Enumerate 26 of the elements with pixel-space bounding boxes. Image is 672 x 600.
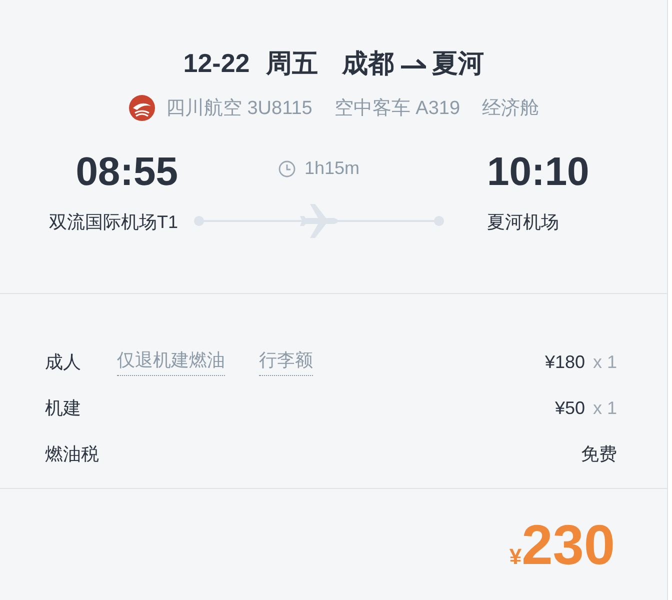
total-price: 230 (522, 515, 615, 575)
fare-label: 成人 (45, 351, 82, 374)
fare-rule-link[interactable]: 行李额 (259, 348, 313, 376)
cabin-class: 经济舱 (482, 97, 540, 121)
fare-price: ¥180 (544, 352, 585, 372)
arrival-airport: 夏河机场 (487, 211, 560, 234)
destination-city: 夏河 (432, 46, 484, 80)
fare-price: 免费 (581, 443, 617, 466)
weekday: 周五 (266, 46, 318, 80)
arrival-time: 10:10 (487, 149, 590, 196)
fare-label: 燃油税 (45, 443, 100, 466)
currency-symbol: ¥ (509, 544, 522, 570)
fare-rule-link[interactable]: 仅退机建燃油 (117, 348, 225, 376)
fare-quantity: x 1 (592, 352, 617, 372)
airline-flight-number: 四川航空 3U8115 (166, 97, 312, 121)
fare-price: ¥50 (554, 398, 585, 418)
origin-city: 成都 (342, 46, 394, 80)
departure-time: 08:55 (74, 149, 178, 196)
clock-icon (278, 160, 296, 178)
departure-airport: 双流国际机场T1 (48, 211, 178, 234)
aircraft-type: 空中客车 A319 (334, 97, 460, 121)
fare-quantity: x 1 (592, 398, 617, 418)
flight-date: 12-22 (183, 48, 250, 78)
airline-logo-icon (128, 94, 156, 122)
flight-duration: 1h15m (304, 158, 360, 179)
fare-label: 机建 (45, 397, 82, 420)
